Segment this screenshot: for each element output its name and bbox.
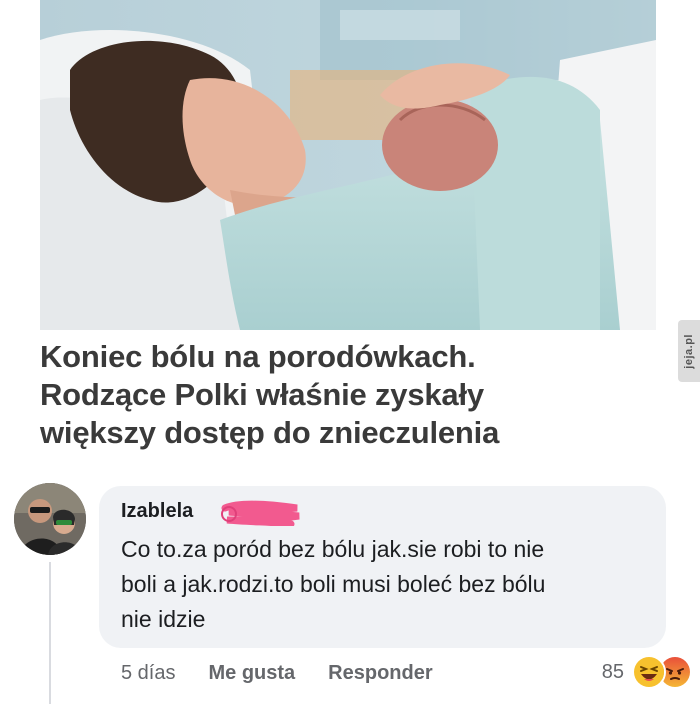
watermark-text: jeja.pl [683, 333, 695, 369]
reply-button[interactable]: Responder [328, 662, 432, 685]
comment-author[interactable]: Izablela [121, 500, 193, 523]
avatar-photo [14, 483, 86, 555]
article-photo[interactable] [40, 0, 656, 330]
laugh-reaction-icon [632, 655, 666, 689]
thread-connector-line [49, 562, 51, 704]
headline-line: większy dostęp do znieczulenia [40, 415, 500, 450]
article-headline[interactable]: Koniec bólu na porodówkach. Rodzące Polk… [40, 338, 660, 452]
reaction-summary[interactable]: 85 [601, 655, 692, 689]
comment-timestamp[interactable]: 5 días [121, 662, 175, 685]
like-button[interactable]: Me gusta [208, 662, 295, 685]
comment-line: nie idzie [121, 606, 206, 632]
comment-text: Co to.za poród bez bólu jak.sie robi to … [121, 532, 651, 637]
reaction-count: 85 [601, 660, 624, 683]
comment-actions: 5 días Me gusta Responder [121, 659, 433, 687]
comment-line: Co to.za poród bez bólu jak.sie robi to … [121, 536, 545, 562]
headline-line: Rodzące Polki właśnie zyskały [40, 377, 484, 412]
redacted-surname-scribble [221, 500, 300, 526]
comment-line: boli a jak.rodzi.to boli musi boleć bez … [121, 571, 546, 597]
avatar[interactable] [14, 483, 86, 555]
comment-bubble[interactable]: Izablela Co to.za poród bez bólu jak.sie… [99, 486, 666, 648]
site-watermark: jeja.pl [678, 320, 700, 382]
mother-newborn-photo [40, 0, 656, 330]
headline-line: Koniec bólu na porodówkach. [40, 339, 476, 374]
